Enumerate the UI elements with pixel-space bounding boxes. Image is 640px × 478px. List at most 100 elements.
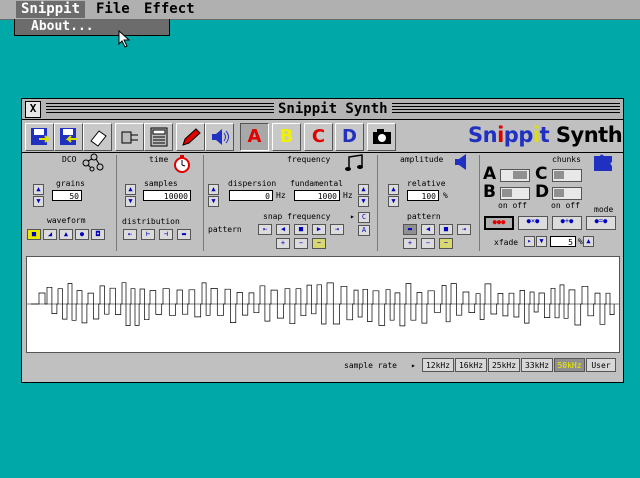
chunk-d-toggle[interactable]	[552, 187, 582, 200]
menu-bar: Snippit File Effect	[0, 0, 640, 20]
frequency-pattern-label: pattern	[208, 225, 242, 234]
distribution-1[interactable]: ⇤	[123, 229, 137, 240]
distribution-2[interactable]: ⊢	[141, 229, 155, 240]
distribution-4[interactable]: ▬	[177, 229, 191, 240]
waveform-sine[interactable]: ●	[75, 229, 89, 240]
rate-user[interactable]: User	[586, 358, 616, 372]
xfade-up[interactable]: ▲	[583, 236, 594, 247]
fundamental-down[interactable]: ▼	[358, 196, 369, 207]
grains-up[interactable]: ▲	[33, 184, 44, 195]
freq-pattern-1[interactable]: ⇤	[258, 224, 272, 235]
fundamental-label: fundamental	[290, 179, 343, 188]
menu-snippit[interactable]: Snippit	[16, 1, 86, 18]
save-button[interactable]	[54, 123, 83, 151]
amp-pattern-1[interactable]: ▬	[403, 224, 417, 235]
plug-button[interactable]	[115, 123, 144, 151]
amp-pattern-2[interactable]: ◀	[421, 224, 435, 235]
erase-button[interactable]	[83, 123, 112, 151]
calculator-button[interactable]	[144, 123, 173, 151]
frequency-title: frequency	[287, 155, 331, 164]
divider	[116, 155, 117, 251]
freq-pattern-5[interactable]: ⇥	[330, 224, 344, 235]
relative-unit: %	[443, 191, 448, 200]
chunk-d-button[interactable]: D	[335, 123, 364, 151]
divider	[377, 155, 378, 251]
amp-plus[interactable]: +	[403, 238, 417, 249]
freq-pattern-2[interactable]: ◀	[276, 224, 290, 235]
snap-frequency-label: snap frequency	[263, 212, 331, 221]
amp-pattern-4[interactable]: ⇥	[457, 224, 471, 235]
close-box[interactable]: X	[25, 101, 41, 118]
xfade-label: xfade	[494, 238, 519, 247]
grains-field[interactable]: 50	[52, 190, 82, 201]
chunk-c-button[interactable]: C	[304, 123, 333, 151]
freq-minus[interactable]: −	[294, 238, 308, 249]
chunk-c-label: C	[535, 164, 548, 184]
xfade-down[interactable]: ▼	[536, 236, 547, 247]
stopwatch-icon	[174, 155, 190, 173]
xfade-arrow-icon: ▸	[524, 236, 535, 247]
dispersion-field[interactable]: 0	[229, 190, 273, 201]
freq-random[interactable]: ~	[312, 238, 326, 249]
brand-logo: Snippit Synth	[468, 123, 623, 147]
dispersion-up[interactable]: ▲	[208, 184, 219, 195]
load-button[interactable]	[25, 123, 54, 151]
grains-down[interactable]: ▼	[33, 196, 44, 207]
puzzle-piece-icon	[594, 154, 612, 171]
samples-field[interactable]: 10000	[143, 190, 191, 201]
dispersion-down[interactable]: ▼	[208, 196, 219, 207]
xfade-field[interactable]: 5	[550, 236, 576, 247]
speaker-icon	[211, 129, 229, 145]
pencil-button[interactable]	[176, 123, 205, 151]
mode-3-button[interactable]: ●+●	[552, 216, 582, 230]
amplitude-speaker-icon	[455, 154, 466, 170]
disk-load-icon	[30, 128, 50, 145]
music-notes-icon	[345, 154, 363, 171]
chunk-b-button[interactable]: B	[272, 123, 301, 151]
waveform-ramp[interactable]: ◢	[43, 229, 57, 240]
rate-12khz[interactable]: 12kHz	[422, 358, 454, 372]
rate-50khz[interactable]: 50kHz	[554, 358, 585, 372]
mode-1-button[interactable]: ●●●	[484, 216, 514, 230]
window-titlebar[interactable]: X Snippit Synth	[22, 99, 623, 120]
fundamental-up[interactable]: ▲	[358, 184, 369, 195]
samples-down[interactable]: ▼	[125, 196, 136, 207]
freq-pattern-3[interactable]: ■	[294, 224, 308, 235]
amp-random[interactable]: ~	[439, 238, 453, 249]
freq-pattern-4[interactable]: ▶	[312, 224, 326, 235]
snap-c-button[interactable]: C	[358, 212, 370, 223]
menu-file[interactable]: File	[91, 1, 135, 18]
samples-up[interactable]: ▲	[125, 184, 136, 195]
relative-up[interactable]: ▲	[388, 184, 399, 195]
relative-down[interactable]: ▼	[388, 196, 399, 207]
chunk-a-toggle[interactable]	[500, 169, 530, 182]
amp-pattern-3[interactable]: ■	[439, 224, 453, 235]
waveform-square[interactable]: ■	[27, 229, 41, 240]
waveform-display[interactable]	[26, 256, 620, 353]
disk-save-icon	[59, 128, 77, 145]
freq-plus[interactable]: +	[276, 238, 290, 249]
camera-button[interactable]	[367, 123, 396, 151]
rate-33khz[interactable]: 33kHz	[521, 358, 553, 372]
chunk-b-toggle[interactable]	[500, 187, 530, 200]
rate-16khz[interactable]: 16kHz	[455, 358, 487, 372]
camera-icon	[372, 129, 391, 144]
menu-effect[interactable]: Effect	[139, 1, 200, 18]
waveform-triangle[interactable]: ▲	[59, 229, 73, 240]
chunk-a-button[interactable]: A	[240, 123, 269, 151]
dco-title: DCO	[62, 155, 77, 164]
waveform-user[interactable]: ◘	[91, 229, 105, 240]
distribution-3[interactable]: ⊣	[159, 229, 173, 240]
molecule-icon	[82, 153, 104, 172]
fundamental-field[interactable]: 1000	[294, 190, 340, 201]
amp-minus[interactable]: −	[421, 238, 435, 249]
menu-item-about[interactable]: About...	[31, 19, 94, 35]
divider	[203, 155, 204, 251]
relative-field[interactable]: 100	[407, 190, 439, 201]
speaker-button[interactable]	[205, 123, 234, 151]
mode-2-button[interactable]: ●×●	[518, 216, 548, 230]
mode-4-button[interactable]: ●=●	[586, 216, 616, 230]
chunk-c-toggle[interactable]	[552, 169, 582, 182]
rate-25khz[interactable]: 25kHz	[488, 358, 520, 372]
snap-a-button[interactable]: A	[358, 225, 370, 236]
